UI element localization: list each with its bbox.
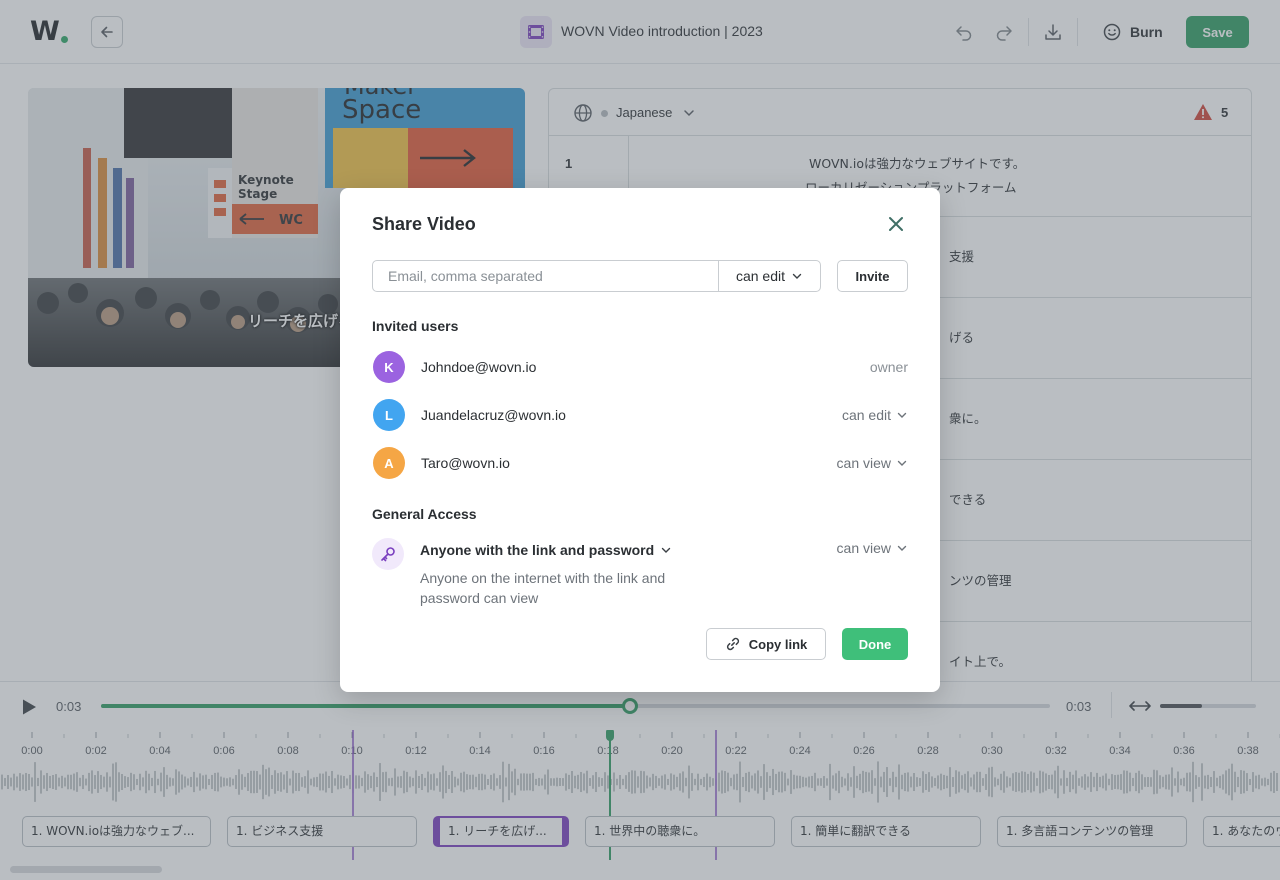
- close-button[interactable]: [885, 213, 907, 235]
- user-email: Johndoe@wovn.io: [421, 359, 537, 375]
- access-mode-select[interactable]: Anyone with the link and password: [420, 542, 672, 558]
- email-input[interactable]: [372, 260, 719, 292]
- chevron-down-icon: [792, 273, 802, 279]
- access-role-select[interactable]: can view: [837, 540, 908, 556]
- user-role-label: can edit: [841, 407, 891, 423]
- chevron-down-icon: [897, 412, 907, 418]
- avatar: K: [373, 351, 405, 383]
- user-role-select[interactable]: can edit: [842, 407, 908, 423]
- access-role-label: can view: [836, 540, 891, 556]
- chevron-down-icon: [661, 547, 671, 553]
- invited-user-row: A Taro@wovn.io can view: [372, 446, 908, 480]
- key-icon: [381, 547, 395, 562]
- dialog-title: Share Video: [372, 214, 476, 234]
- chevron-down-icon: [897, 460, 907, 466]
- general-access-heading: General Access: [372, 506, 477, 522]
- link-icon: [726, 637, 739, 651]
- done-button[interactable]: Done: [842, 628, 908, 660]
- user-email: Juandelacruz@wovn.io: [421, 407, 566, 423]
- copy-link-button[interactable]: Copy link: [706, 628, 826, 660]
- access-mode-label: Anyone with the link and password: [420, 542, 655, 558]
- user-role-select[interactable]: can view: [837, 455, 908, 471]
- copy-link-label: Copy link: [748, 636, 808, 652]
- invite-button[interactable]: Invite: [837, 260, 908, 292]
- invite-permission-value: can edit: [735, 268, 786, 284]
- user-role-label: owner: [869, 359, 908, 375]
- avatar: A: [373, 447, 405, 479]
- invited-user-row: L Juandelacruz@wovn.io can edit: [372, 398, 908, 432]
- access-description: Anyone on the internet with the link and…: [420, 570, 666, 606]
- user-role-owner: owner: [870, 359, 908, 375]
- user-email: Taro@wovn.io: [421, 455, 510, 471]
- invited-user-row: K Johndoe@wovn.io owner: [372, 350, 908, 384]
- invite-permission-select[interactable]: can edit: [718, 260, 821, 292]
- user-role-label: can view: [836, 455, 891, 471]
- avatar: L: [373, 399, 405, 431]
- share-video-dialog: Share Video can edit Invite Invited user…: [340, 188, 940, 692]
- chevron-down-icon: [897, 545, 907, 551]
- invited-users-heading: Invited users: [372, 318, 459, 334]
- link-access-badge: [372, 538, 404, 570]
- close-icon: [889, 217, 903, 231]
